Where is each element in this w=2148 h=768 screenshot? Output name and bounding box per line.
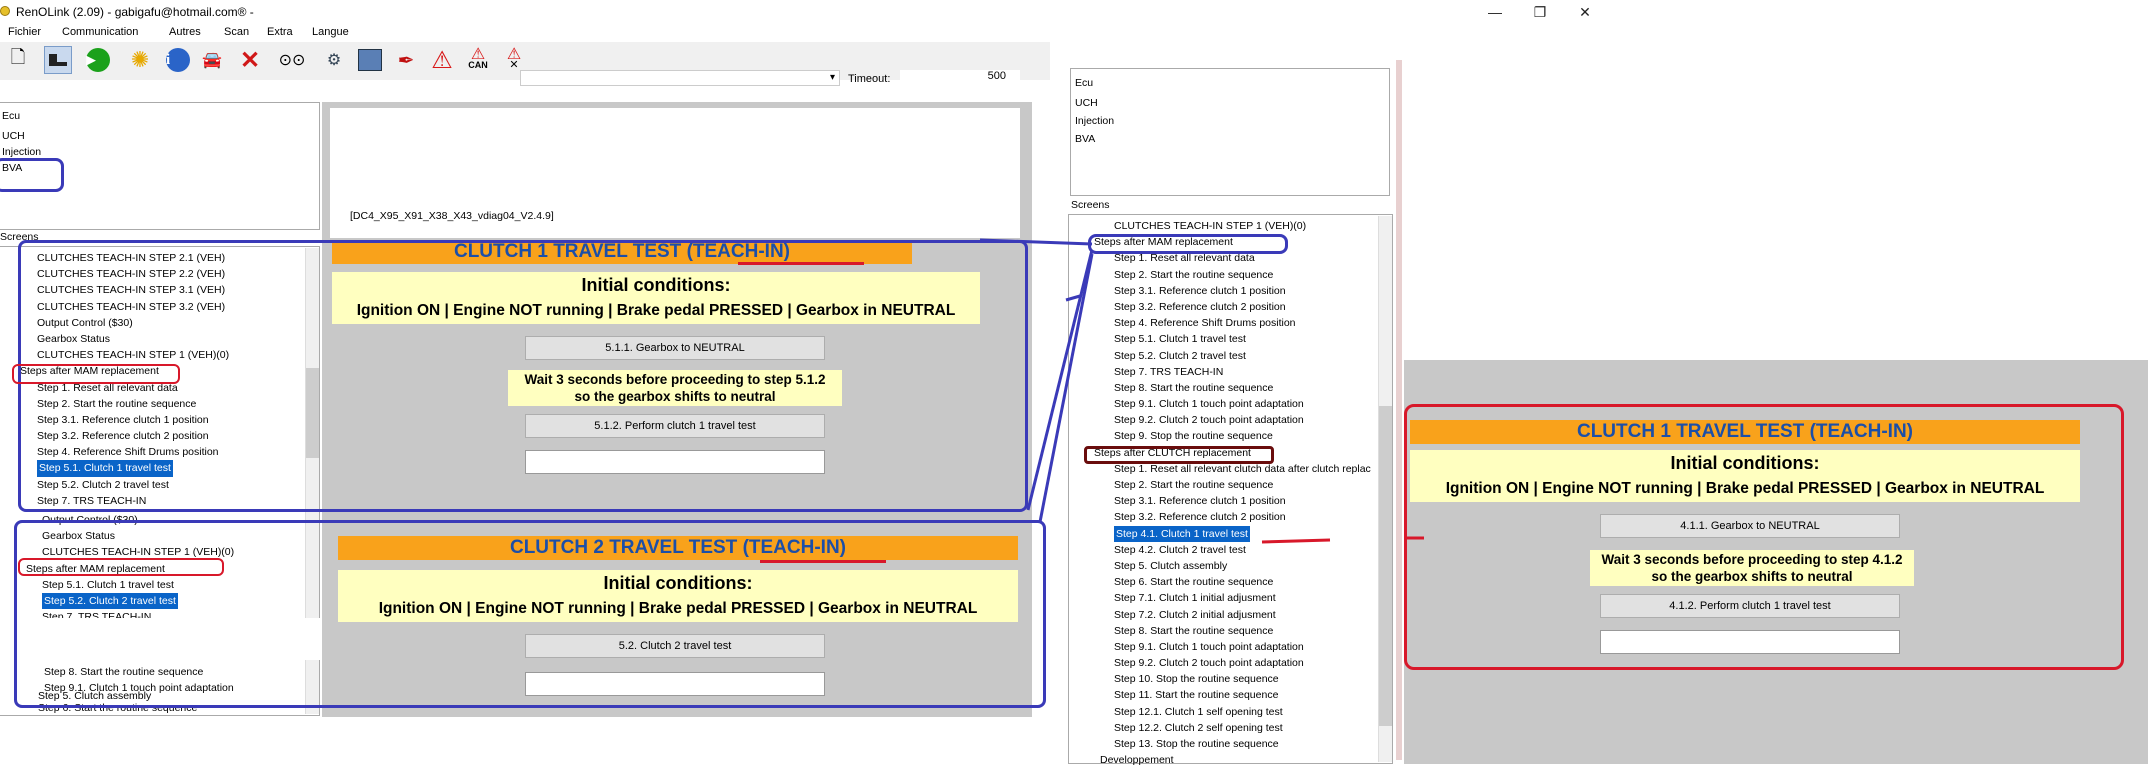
connector-line	[1038, 253, 1094, 523]
connector-line	[979, 238, 1093, 246]
connector-line	[1026, 249, 1094, 511]
connector-line	[1261, 538, 1331, 544]
connector-line	[1065, 294, 1081, 302]
annotation-connectors	[979, 238, 1424, 544]
